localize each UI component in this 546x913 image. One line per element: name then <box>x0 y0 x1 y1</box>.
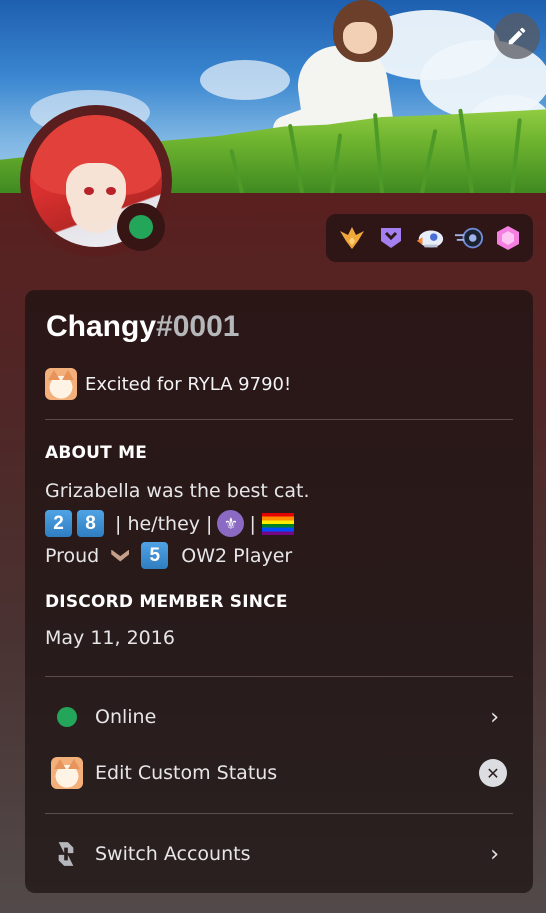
custom-status: Excited for RYLA 9790! <box>45 368 291 400</box>
status-indicator <box>117 203 165 251</box>
username-text: Changy <box>46 310 157 343</box>
member-since-title: DISCORD MEMBER SINCE <box>45 592 288 612</box>
pronouns-text: | he/they | <box>115 512 213 535</box>
ow2-player-text: OW2 Player <box>181 544 293 567</box>
online-label: Online <box>95 706 157 728</box>
switch-accounts-label: Switch Accounts <box>95 843 251 865</box>
keycap-digit: 8 <box>77 510 104 537</box>
username: Changy#0001 <box>46 310 239 344</box>
divider <box>45 676 513 677</box>
about-me-title: ABOUT ME <box>45 443 148 463</box>
separator-text: | <box>249 512 256 535</box>
nitro-badge-icon[interactable] <box>376 223 406 253</box>
about-me-line-3: Proud 5 OW2 Player <box>45 542 292 569</box>
switch-accounts-menu-item[interactable]: Switch Accounts › <box>45 834 513 874</box>
pencil-icon <box>508 27 526 45</box>
fleur-de-lis-icon: ⚜ <box>217 510 245 537</box>
chevron-right-icon: › <box>490 704 499 730</box>
divider <box>45 419 513 420</box>
about-me-line-1: Grizabella was the best cat. <box>45 480 310 502</box>
switch-accounts-icon <box>45 839 77 869</box>
hypesquad-brilliance-badge-icon[interactable] <box>337 223 367 253</box>
cat-emoji-icon <box>45 368 77 400</box>
badge-list <box>326 214 533 262</box>
profile-card: Changy#0001 Excited for RYLA 9790! ABOUT… <box>25 290 533 893</box>
clear-status-icon[interactable]: ✕ <box>479 759 507 787</box>
wumpus-ship-badge-icon[interactable] <box>415 223 445 253</box>
chevron-right-icon: › <box>490 841 499 867</box>
edit-custom-status-label: Edit Custom Status <box>95 762 278 784</box>
rank-chevron-icon <box>111 549 130 562</box>
edit-profile-button[interactable] <box>494 13 540 59</box>
about-me-line-2: 2 8 | he/they | ⚜ | <box>45 510 294 537</box>
pride-flag-icon <box>261 512 294 535</box>
status-online-menu-item[interactable]: Online › <box>45 697 513 737</box>
custom-status-text: Excited for RYLA 9790! <box>85 373 292 395</box>
server-boost-gem-badge-icon[interactable] <box>493 223 523 253</box>
edit-custom-status-menu-item[interactable]: Edit Custom Status ✕ <box>45 753 513 793</box>
online-status-dot <box>129 215 153 239</box>
proud-text: Proud <box>45 544 100 567</box>
keycap-digit: 2 <box>45 510 72 537</box>
cat-emoji-icon <box>45 757 83 789</box>
keycap-digit: 5 <box>141 542 169 569</box>
speed-boost-badge-icon[interactable] <box>454 223 484 253</box>
online-status-icon <box>45 707 77 727</box>
divider <box>45 813 513 814</box>
discriminator: #0001 <box>156 310 240 343</box>
member-since-date: May 11, 2016 <box>45 627 175 649</box>
